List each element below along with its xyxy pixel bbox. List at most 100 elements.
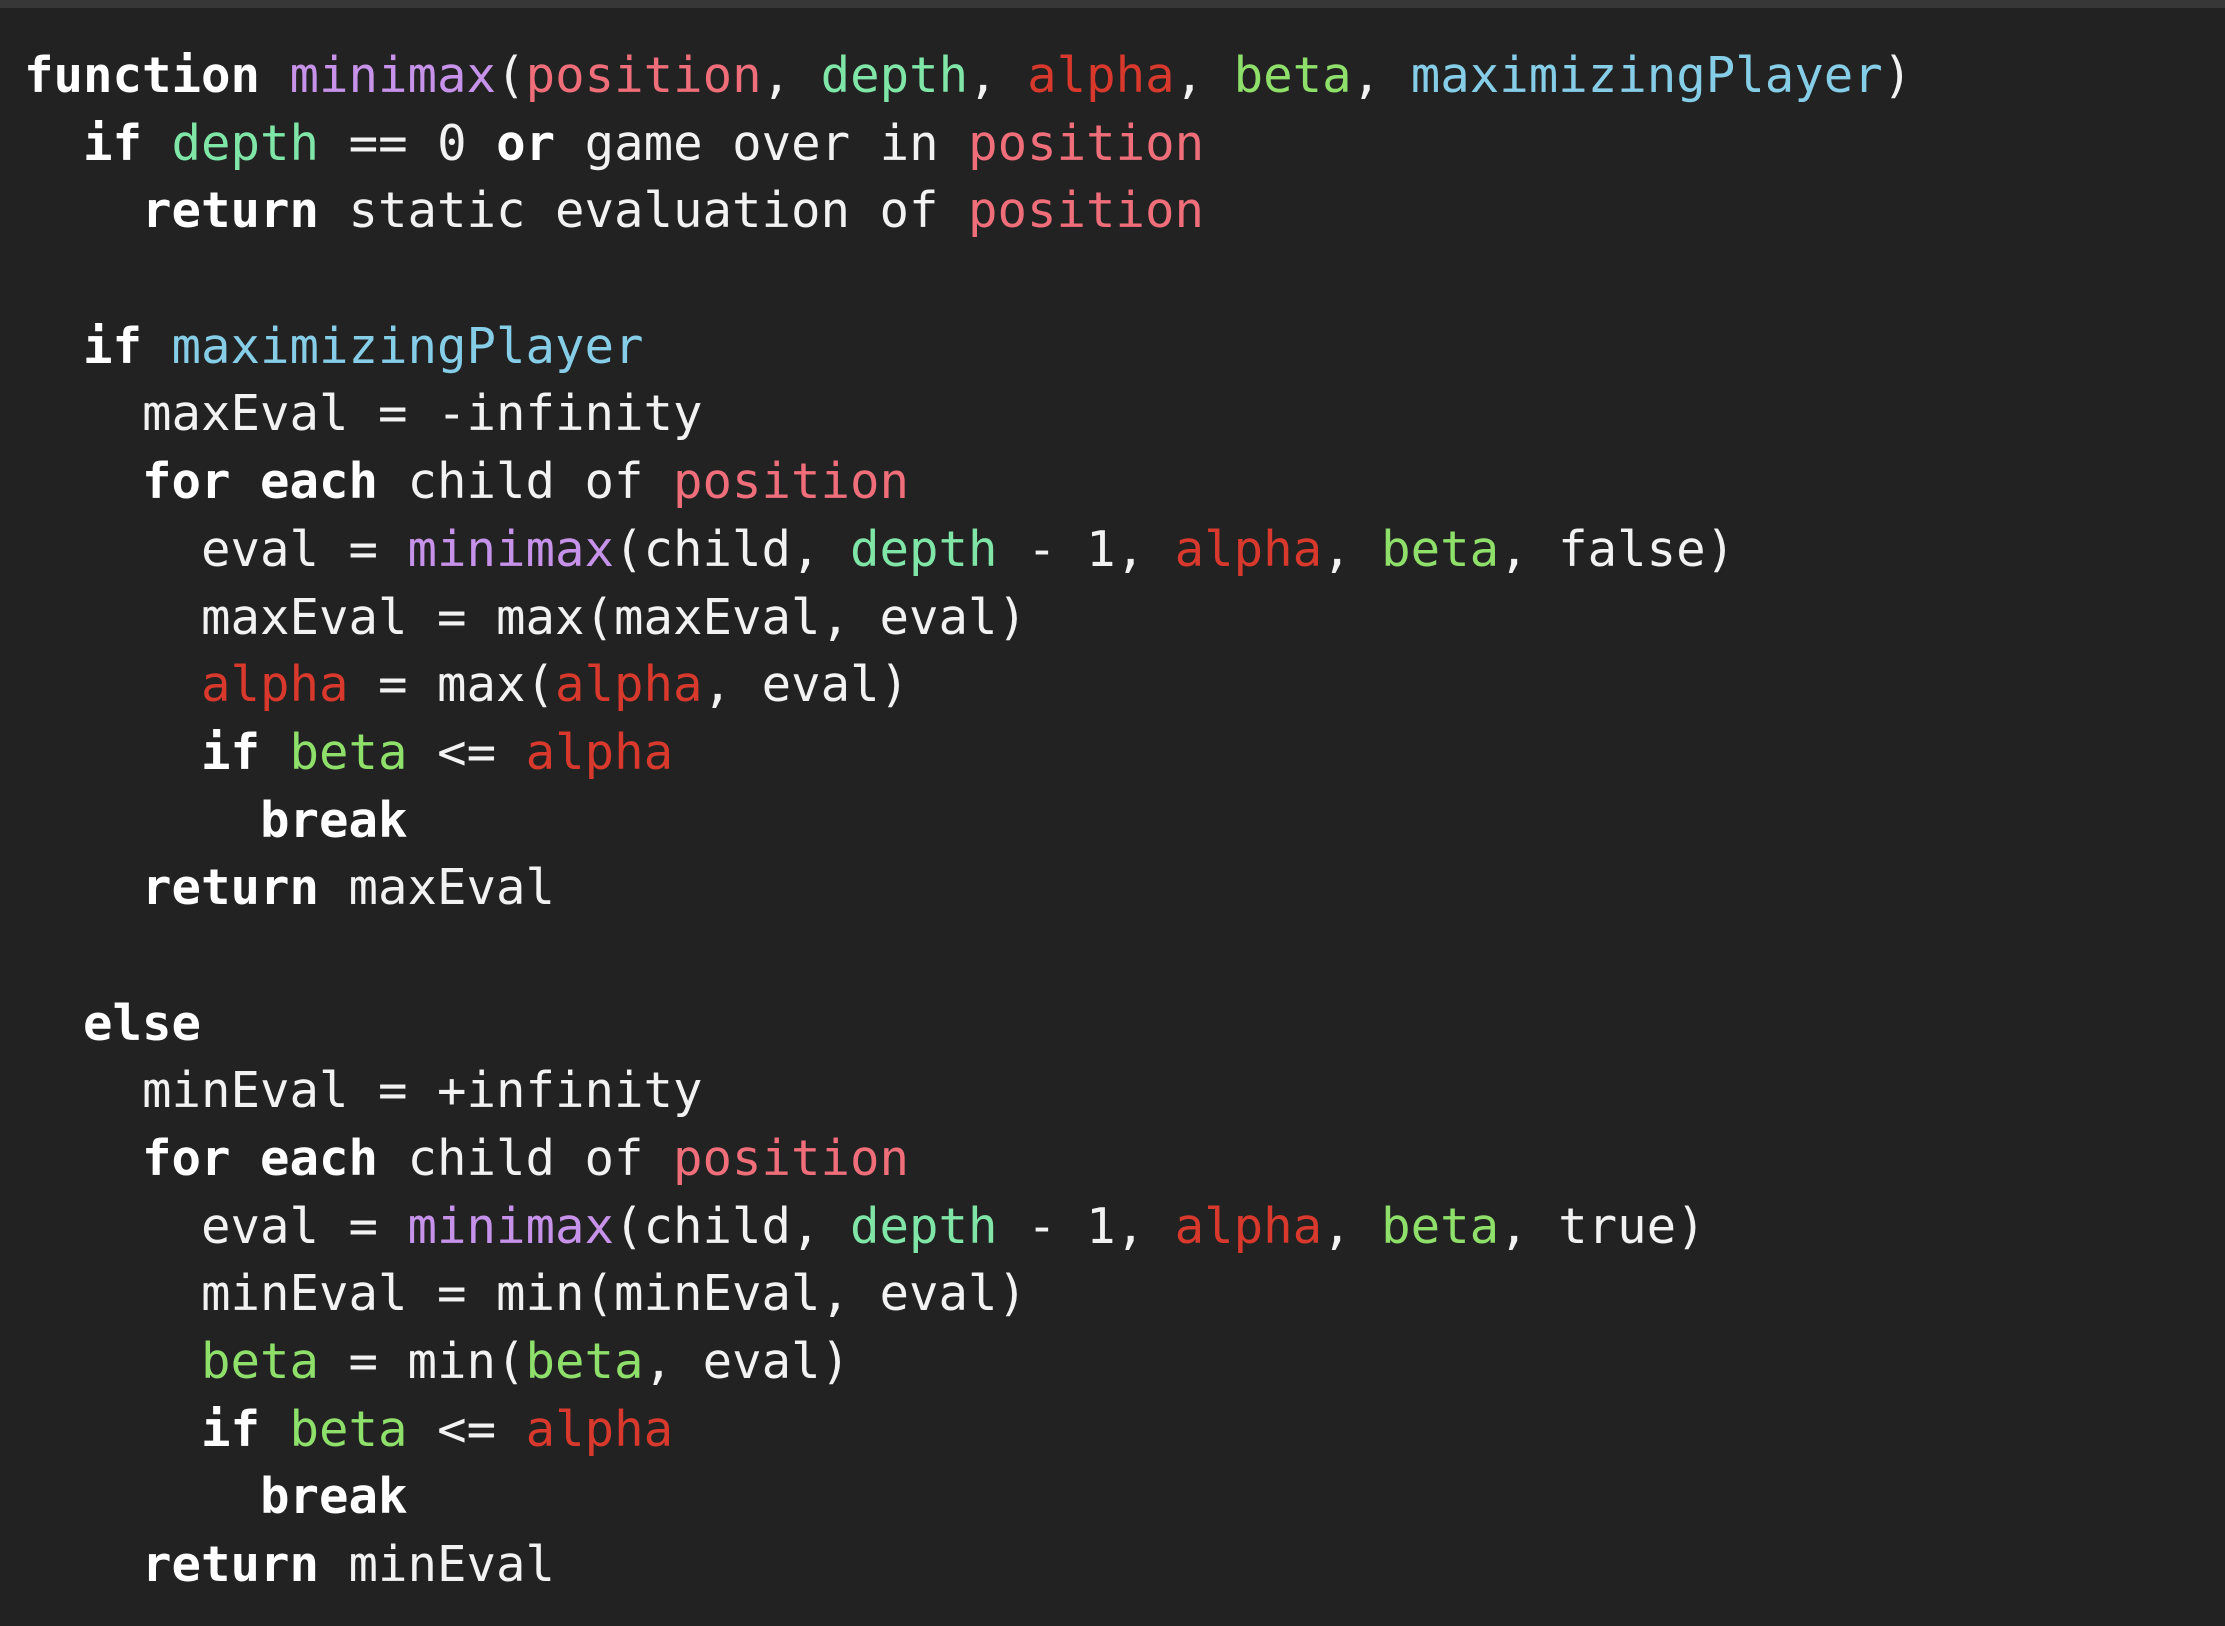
function-name-token: minimax — [289, 47, 497, 104]
beta-token: beta — [289, 723, 408, 781]
code-text-token: - 1, — [997, 1197, 1175, 1255]
depth-token: depth — [850, 1197, 998, 1255]
code-text-token: , — [1322, 520, 1382, 578]
code-text-token: (child, — [614, 1197, 851, 1255]
code-line: eval = minimax(child, depth - 1, alpha , … — [24, 1193, 2204, 1261]
maximizing-player-token: maximizingPlayer — [1410, 47, 1883, 104]
keyword-token: break — [260, 791, 408, 849]
maximizing-player-token: maximizingPlayer — [171, 317, 644, 375]
code-text-token: static evaluation of — [319, 182, 969, 240]
code-text-token: ) — [1882, 47, 1913, 104]
beta-token: beta — [1233, 47, 1352, 104]
code-text-token: , eval) — [643, 1333, 851, 1391]
code-text-token: , eval) — [702, 656, 910, 714]
code-text-token: child of — [378, 453, 674, 511]
position-token: position — [968, 182, 1205, 240]
keyword-token: return — [142, 182, 320, 240]
code-line: for each child of position — [24, 1125, 2204, 1193]
alpha-token: alpha — [1174, 1197, 1323, 1255]
code-line: break — [24, 1463, 2204, 1531]
code-block: function minimax(position, depth, alpha,… — [24, 42, 2204, 1599]
position-token: position — [673, 1130, 910, 1187]
code-line: return minEval — [24, 1531, 2204, 1599]
code-text-token: game over in — [555, 114, 969, 172]
code-text-token: , — [1174, 47, 1234, 104]
keyword-token: if — [201, 723, 261, 781]
code-line: maxEval = max(maxEval, eval) — [24, 584, 2204, 652]
code-line: if depth == 0 or game over in position — [24, 110, 2204, 178]
code-text-token: , — [1351, 47, 1411, 104]
code-line: minEval = min(minEval, eval) — [24, 1260, 2204, 1328]
keyword-token: if — [83, 114, 143, 172]
keyword-token: return — [142, 1536, 320, 1594]
beta-token: beta — [1381, 1197, 1500, 1255]
code-line: maxEval = -infinity — [24, 380, 2204, 448]
code-text-token: eval = — [24, 520, 408, 578]
code-line: for each child of position — [24, 448, 2204, 516]
code-text-token: = max( — [348, 656, 556, 714]
code-text-token: maxEval — [319, 859, 556, 917]
keyword-token: return — [142, 859, 320, 917]
code-text-token: , true) — [1499, 1197, 1706, 1255]
depth-token: depth — [171, 114, 320, 172]
code-text-token: maxEval = -infinity — [24, 385, 703, 443]
code-text-token: , — [761, 47, 821, 104]
function-name-token: minimax — [407, 1197, 615, 1255]
code-text-token: <= — [407, 723, 526, 781]
code-line: minEval = +infinity — [24, 1057, 2204, 1125]
beta-token: beta — [525, 1333, 644, 1391]
code-line: return static evaluation of position — [24, 177, 2204, 245]
keyword-token: if — [83, 317, 143, 375]
position-token: position — [525, 47, 762, 104]
code-text-token: minEval — [319, 1536, 556, 1594]
code-line: function minimax(position, depth, alpha,… — [24, 42, 2204, 110]
code-text-token: , false) — [1499, 520, 1736, 578]
code-line: if beta <= alpha — [24, 1396, 2204, 1464]
keyword-token: else — [83, 994, 202, 1052]
keyword-token: break — [260, 1468, 408, 1526]
alpha-token: alpha — [1174, 520, 1323, 578]
code-line: break — [24, 787, 2204, 855]
code-text-token: eval = — [24, 1197, 408, 1255]
code-text-token: child of — [378, 1130, 674, 1187]
beta-token: beta — [1381, 520, 1500, 578]
code-line: beta = min(beta, eval) — [24, 1328, 2204, 1396]
beta-token: beta — [289, 1400, 408, 1458]
code-text-token: , — [968, 47, 1028, 104]
keyword-token: if — [201, 1400, 261, 1458]
code-text-token: == 0 — [319, 114, 497, 172]
keyword-token: function — [24, 47, 261, 104]
keyword-token: or — [496, 114, 556, 172]
alpha-token: alpha — [201, 656, 349, 714]
position-token: position — [673, 453, 910, 511]
code-line: alpha = max(alpha, eval) — [24, 651, 2204, 719]
top-bar — [0, 0, 2225, 8]
alpha-token: alpha — [1027, 47, 1175, 104]
code-text-token: = min( — [319, 1333, 526, 1391]
alpha-token: alpha — [525, 723, 674, 781]
keyword-token: for each — [142, 1130, 379, 1187]
depth-token: depth — [820, 47, 969, 104]
function-name-token: minimax — [407, 520, 615, 578]
alpha-token: alpha — [525, 1400, 674, 1458]
code-text-token: minEval = +infinity — [24, 1062, 703, 1120]
code-line: return maxEval — [24, 854, 2204, 922]
code-text-token: - 1, — [997, 520, 1175, 578]
code-text-token: ( — [496, 47, 526, 104]
